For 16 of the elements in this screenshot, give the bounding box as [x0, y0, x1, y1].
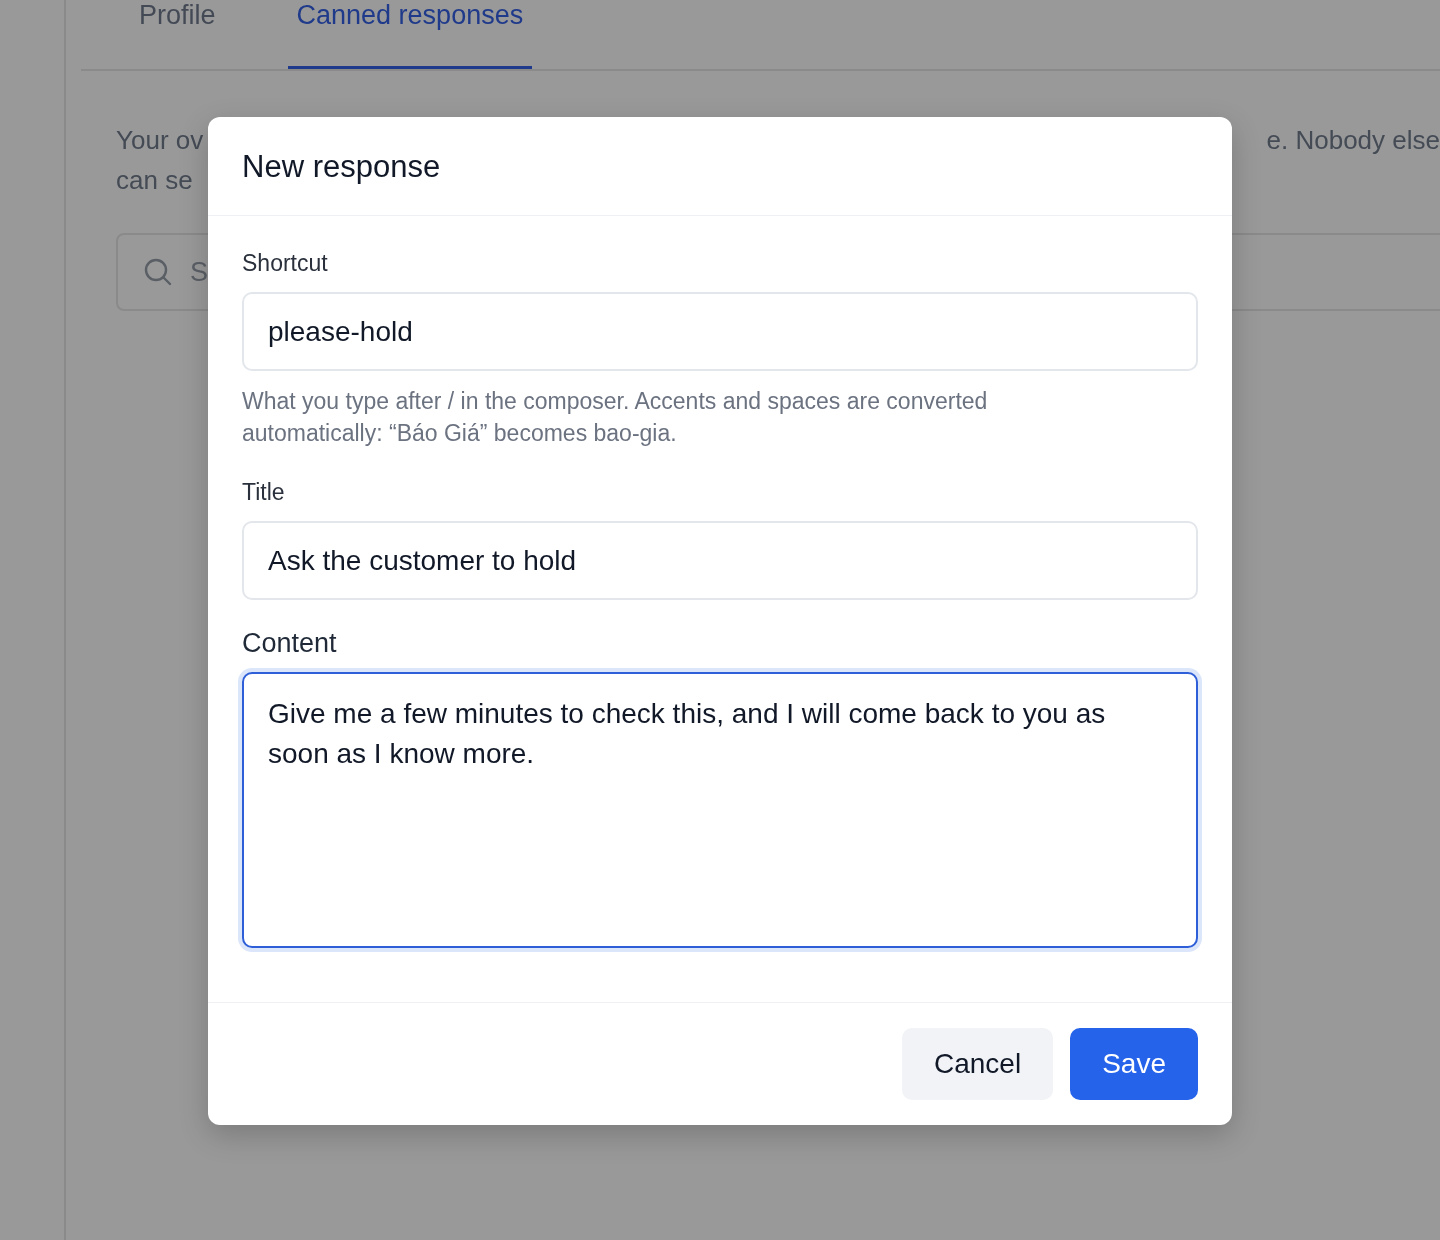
help-text: What you type after / in the composer. Accents and spaces are converted automatically: “Báo Giá” becomes bao-gia.: [242, 387, 989, 448]
field-label: Title: [242, 478, 286, 507]
description-text: can se: [116, 164, 194, 197]
content-field[interactable]: Give me a few minutes to check this, and I will come back to you as soon as I know more.: [242, 672, 1198, 948]
field-label: Shortcut: [242, 249, 329, 278]
cancel-button[interactable]: Cancel: [902, 1028, 1054, 1100]
field-label: Content: [242, 627, 338, 660]
save-button[interactable]: Save: [1070, 1028, 1198, 1100]
text-field[interactable]: please-hold: [242, 292, 1198, 371]
dialog-title: New response: [242, 149, 441, 184]
text-field[interactable]: Ask the customer to hold: [242, 521, 1198, 600]
description-text: Your ov: [116, 124, 204, 157]
tab[interactable]: Canned responses: [287, 0, 533, 69]
search-icon: [144, 258, 172, 286]
description-text: e. Nobody else: [1266, 124, 1440, 157]
search-placeholder: S: [190, 256, 208, 288]
